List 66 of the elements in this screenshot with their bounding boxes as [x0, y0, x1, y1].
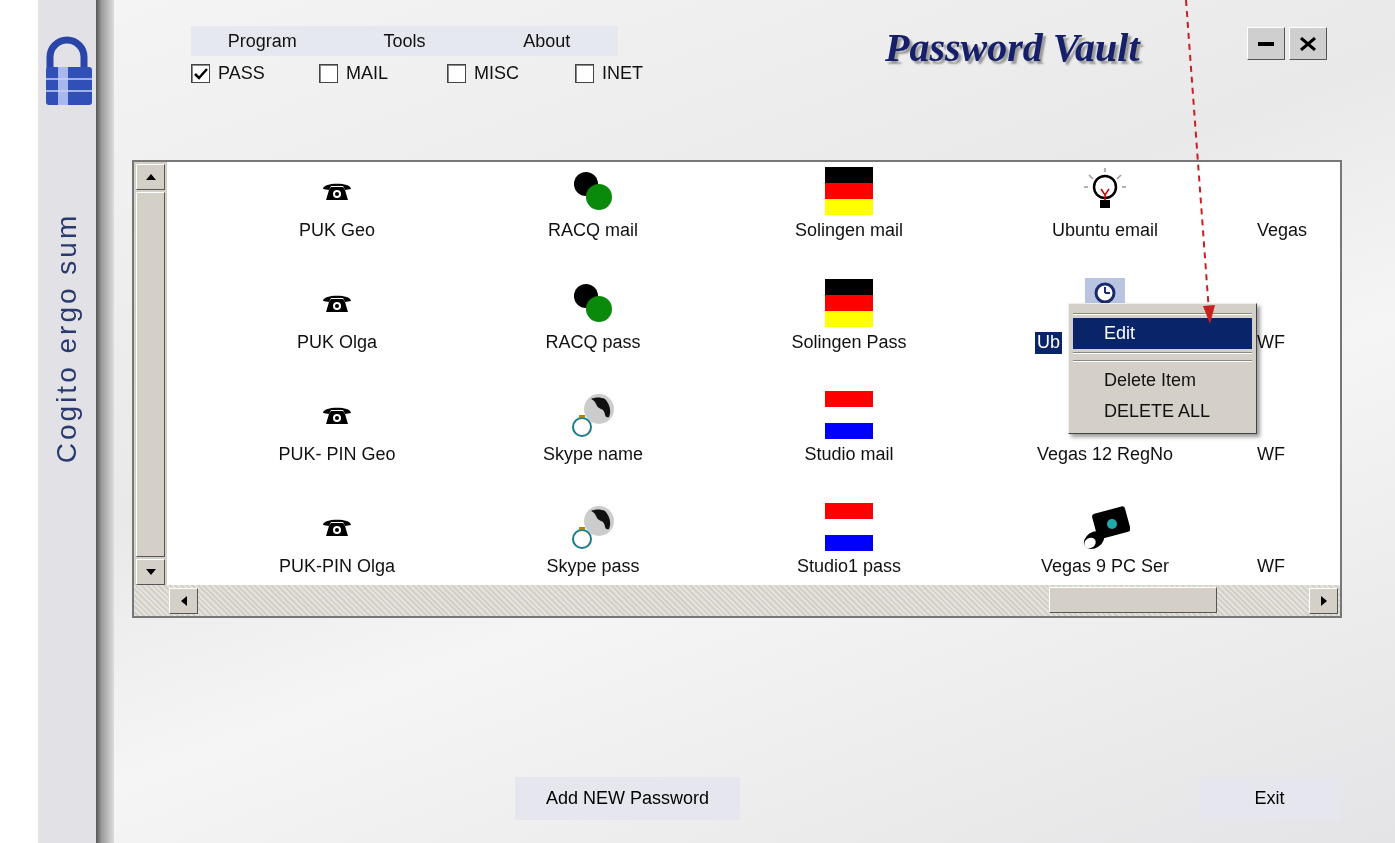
- item-label[interactable]: WF: [1255, 444, 1287, 466]
- item-label[interactable]: WF: [1255, 556, 1287, 578]
- scroll-up-button[interactable]: [136, 164, 165, 190]
- item-label[interactable]: Vegas: [1255, 220, 1310, 242]
- phone-icon: [321, 517, 353, 537]
- checkbox[interactable]: [191, 64, 210, 83]
- item-label[interactable]: Studio1 pass: [794, 556, 904, 578]
- add-password-button[interactable]: Add NEW Password: [515, 777, 740, 820]
- item-label[interactable]: PUK Olga: [294, 332, 379, 354]
- globe-icon: [569, 391, 617, 439]
- menu-item[interactable]: Program: [191, 27, 334, 55]
- down-arrow-icon: [145, 569, 156, 575]
- checkbox-label: MAIL: [346, 62, 388, 85]
- horizontal-scrollbar[interactable]: [134, 585, 1340, 616]
- menu-item[interactable]: Delete Item: [1073, 365, 1252, 396]
- minimize-icon: [1258, 41, 1274, 46]
- scroll-right-button[interactable]: [1309, 587, 1338, 614]
- item-label[interactable]: Studio mail: [802, 444, 896, 466]
- checkbox-label: PASS: [218, 62, 265, 85]
- close-button[interactable]: [1289, 27, 1327, 60]
- item-label[interactable]: PUK- PIN Geo: [276, 444, 398, 466]
- exit-button[interactable]: Exit: [1199, 777, 1340, 820]
- item-label[interactable]: RACQ pass: [543, 332, 643, 354]
- right-arrow-icon: [1320, 595, 1327, 606]
- checkbox[interactable]: [575, 64, 594, 83]
- checkbox[interactable]: [319, 64, 338, 83]
- minimize-button[interactable]: [1247, 27, 1285, 60]
- item-label[interactable]: PUK Geo: [296, 220, 377, 242]
- item-label[interactable]: PUK-PIN Olga: [276, 556, 397, 578]
- scroll-thumb[interactable]: [1049, 587, 1217, 613]
- app-title: Password Vault: [885, 24, 1140, 72]
- item-label[interactable]: Skype name: [540, 444, 646, 466]
- checkbox-label: MISC: [474, 62, 519, 85]
- item-label[interactable]: Ub: [1035, 332, 1062, 354]
- motto-text: Cogito ergo sum: [50, 212, 83, 464]
- checkbox-label: INET: [602, 62, 643, 85]
- item-label[interactable]: WF: [1255, 332, 1287, 354]
- scroll-down-button[interactable]: [136, 559, 165, 585]
- scroll-left-button[interactable]: [169, 587, 198, 614]
- globe-icon: [569, 503, 617, 551]
- circles-icon: [572, 170, 614, 212]
- menu-item[interactable]: Edit: [1073, 318, 1252, 349]
- menu-item[interactable]: DELETE ALL: [1073, 396, 1252, 427]
- phone-icon: [321, 405, 353, 425]
- menu-item[interactable]: About: [475, 27, 618, 55]
- item-label[interactable]: RACQ mail: [546, 220, 640, 242]
- phone-icon: [321, 181, 353, 201]
- item-label[interactable]: Solingen Pass: [789, 332, 909, 354]
- flag-icon: [825, 167, 873, 215]
- flag-icon: [825, 279, 873, 327]
- up-arrow-icon: [145, 174, 156, 180]
- menu-item[interactable]: Tools: [333, 27, 476, 55]
- item-label[interactable]: Vegas 9 PC Ser: [1038, 556, 1172, 578]
- item-label[interactable]: Solingen mail: [792, 220, 906, 242]
- item-label[interactable]: Vegas 12 RegNo: [1034, 444, 1176, 466]
- phone-icon: [321, 293, 353, 313]
- flag-icon: [825, 503, 873, 551]
- left-arrow-icon: [180, 595, 187, 606]
- vertical-scrollbar[interactable]: [134, 162, 167, 587]
- close-icon: [1300, 36, 1316, 51]
- item-label[interactable]: Ubuntu email: [1049, 220, 1161, 242]
- item-label[interactable]: Skype pass: [544, 556, 642, 578]
- flag-icon: [825, 391, 873, 439]
- circles-icon: [572, 282, 614, 324]
- clock-icon: [1085, 278, 1125, 304]
- checkbox[interactable]: [447, 64, 466, 83]
